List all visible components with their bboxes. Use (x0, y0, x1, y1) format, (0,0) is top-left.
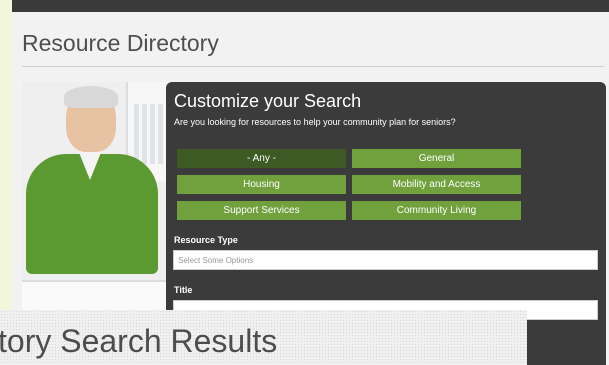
book (150, 104, 155, 164)
resource-type-select[interactable]: Select Some Options (173, 250, 598, 270)
filter-any-button[interactable]: - Any - (177, 149, 346, 168)
filter-community-living-button[interactable]: Community Living (352, 201, 521, 220)
results-heading: tory Search Results (0, 323, 278, 359)
title-label: Title (174, 285, 193, 295)
filter-support-services-button[interactable]: Support Services (177, 201, 346, 220)
filter-general-button[interactable]: General (352, 149, 521, 168)
book (142, 104, 147, 164)
top-bar (12, 0, 609, 12)
page-title: Resource Directory (22, 30, 219, 56)
senior-man-photo (22, 82, 172, 312)
filter-housing-button[interactable]: Housing (177, 175, 346, 194)
title-divider (22, 66, 604, 67)
hair (64, 86, 118, 108)
filter-mobility-button[interactable]: Mobility and Access (352, 175, 521, 194)
desk (22, 280, 172, 312)
book (134, 104, 139, 164)
panel-subtitle: Are you looking for resources to help yo… (174, 117, 456, 127)
panel-title: Customize your Search (174, 91, 362, 111)
resource-type-label: Resource Type (174, 235, 238, 245)
book (158, 104, 163, 164)
